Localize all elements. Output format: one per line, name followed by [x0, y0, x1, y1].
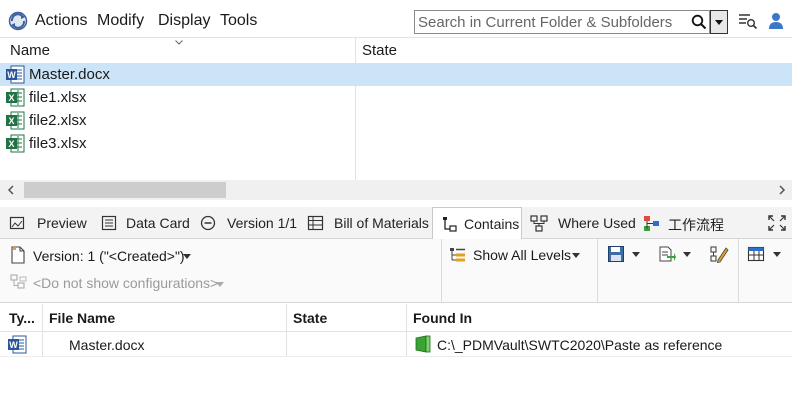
sort-chevron-icon	[175, 40, 183, 45]
svg-text:X: X	[8, 93, 14, 103]
svg-text:W: W	[7, 70, 16, 80]
tab-workflow[interactable]: 工作流程	[636, 207, 732, 239]
contains-icon	[443, 217, 457, 232]
search-box	[414, 10, 710, 34]
where-used-icon	[530, 215, 548, 232]
file-row[interactable]: W Master.docx	[0, 63, 792, 86]
search-icon[interactable]	[691, 14, 707, 30]
search-input[interactable]	[415, 11, 685, 33]
export-icon	[659, 246, 676, 262]
show-levels-selector[interactable]: Show All Levels	[449, 246, 584, 266]
menu-actions[interactable]: Actions	[35, 12, 87, 30]
excel-file-icon: X	[6, 111, 25, 130]
export-dropdown-icon[interactable]	[683, 252, 691, 257]
version-label: Version: 1 ("<Created>")	[33, 248, 185, 264]
toolbar-divider	[738, 239, 739, 303]
preview-icon	[9, 216, 25, 230]
file-list-header: Name State	[0, 38, 792, 64]
levels-tree-icon	[450, 248, 465, 262]
version-icon	[200, 215, 216, 231]
svg-text:X: X	[8, 139, 14, 149]
version-document-icon	[11, 246, 25, 264]
pdm-vault-icon[interactable]	[8, 11, 28, 31]
excel-file-icon: X	[6, 134, 25, 153]
user-icon[interactable]	[768, 12, 784, 30]
tab-data-card[interactable]: Data Card	[97, 207, 193, 239]
workflow-icon	[644, 216, 659, 231]
table-columns-icon	[747, 246, 765, 262]
file-name: file3.xlsx	[29, 135, 87, 152]
column-type-header[interactable]: Ty...	[9, 310, 35, 326]
word-file-icon: W	[8, 335, 27, 354]
data-card-icon	[101, 215, 117, 231]
file-name-cell: Master.docx	[69, 337, 145, 353]
column-state-header[interactable]: State	[293, 310, 327, 326]
horizontal-scrollbar[interactable]	[0, 180, 792, 200]
file-row[interactable]: X file2.xlsx	[0, 109, 792, 132]
search-list-icon[interactable]	[738, 12, 758, 30]
column-found-in-header[interactable]: Found In	[413, 310, 472, 326]
column-file-name-header[interactable]: File Name	[49, 310, 115, 326]
menu-bar: Actions Modify Display Tools	[0, 0, 792, 38]
columns-dropdown-icon[interactable]	[773, 252, 781, 257]
file-name: file1.xlsx	[29, 89, 87, 106]
found-in-cell: C:\_PDMVault\SWTC2020\Paste as reference	[437, 337, 723, 353]
column-state-header[interactable]: State	[362, 42, 397, 59]
contains-toolbar: Version: 1 ("<Created>") <Do not show co…	[0, 239, 792, 303]
file-name: Master.docx	[29, 66, 110, 83]
tab-bar: Preview Data Card Version 1/1 Bill of Ma…	[0, 207, 792, 240]
save-dropdown-icon[interactable]	[632, 252, 640, 257]
column-name-header[interactable]: Name	[10, 42, 50, 59]
configuration-label: <Do not show configurations>	[33, 275, 219, 291]
version-dropdown-icon[interactable]	[183, 254, 191, 259]
svg-text:X: X	[8, 116, 14, 126]
edit-references-icon[interactable]	[709, 244, 729, 264]
menu-display[interactable]: Display	[158, 12, 210, 30]
bom-icon	[307, 215, 324, 231]
configuration-icon	[10, 274, 27, 289]
scrollbar-thumb[interactable]	[24, 182, 226, 198]
toolbar-divider	[597, 239, 598, 303]
file-row[interactable]: X file1.xlsx	[0, 86, 792, 109]
menu-tools[interactable]: Tools	[220, 12, 257, 30]
show-levels-label: Show All Levels	[473, 247, 572, 263]
toolbar-divider	[441, 239, 442, 303]
tab-contains[interactable]: Contains	[432, 207, 522, 240]
save-menu-button[interactable]	[607, 245, 643, 265]
save-icon	[608, 246, 624, 262]
file-name: file2.xlsx	[29, 112, 87, 129]
table-row[interactable]: W Master.docx C:\_PDMVault\SWTC2020\Past…	[0, 332, 792, 357]
expand-panel-icon[interactable]	[767, 214, 787, 232]
file-row[interactable]: X file3.xlsx	[0, 132, 792, 155]
tab-where-used[interactable]: Where Used	[525, 207, 636, 239]
scroll-right-icon[interactable]	[777, 185, 787, 195]
svg-text:W: W	[9, 340, 18, 350]
word-file-icon: W	[6, 65, 25, 84]
columns-menu-button[interactable]	[747, 245, 785, 265]
tab-version[interactable]: Version 1/1	[196, 207, 300, 239]
contains-table-header: Ty... File Name State Found In	[0, 304, 792, 332]
menu-modify[interactable]: Modify	[97, 12, 144, 30]
show-levels-dropdown-icon[interactable]	[572, 253, 580, 258]
search-options-dropdown[interactable]	[710, 10, 728, 34]
scroll-left-icon[interactable]	[6, 185, 16, 195]
excel-file-icon: X	[6, 88, 25, 107]
configuration-dropdown-icon[interactable]	[216, 282, 224, 287]
vault-folder-icon	[415, 335, 431, 353]
tab-preview[interactable]: Preview	[4, 207, 94, 239]
export-menu-button[interactable]	[658, 245, 694, 265]
tab-bill-of-materials[interactable]: Bill of Materials	[303, 207, 429, 239]
